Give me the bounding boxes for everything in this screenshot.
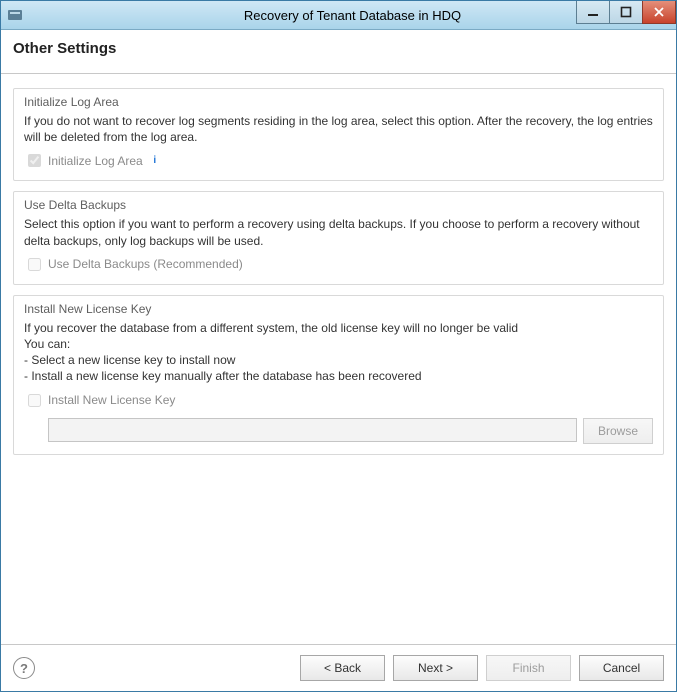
group-install-license-key: Install New License Key If you recover t… <box>13 295 664 455</box>
minimize-icon <box>587 6 599 18</box>
finish-button[interactable]: Finish <box>486 655 571 681</box>
license-path-input[interactable] <box>48 418 577 442</box>
wizard-footer: ? < Back Next > Finish Cancel <box>1 644 676 691</box>
page-title: Other Settings <box>13 40 664 57</box>
use-delta-backups-checkbox[interactable] <box>28 258 41 271</box>
window-buttons <box>577 1 676 24</box>
cancel-button[interactable]: Cancel <box>579 655 664 681</box>
group-description: If you do not want to recover log segmen… <box>24 113 653 145</box>
help-icon[interactable]: ? <box>13 657 35 679</box>
group-description: Select this option if you want to perfor… <box>24 216 653 248</box>
maximize-icon <box>620 6 632 18</box>
titlebar: Recovery of Tenant Database in HDQ <box>1 1 676 30</box>
checkbox-label: Initialize Log Area <box>48 154 143 168</box>
license-text-line: If you recover the database from a diffe… <box>24 320 653 336</box>
checkbox-label: Use Delta Backups (Recommended) <box>48 257 243 271</box>
content-area: Initialize Log Area If you do not want t… <box>1 74 676 644</box>
license-text-line: You can: <box>24 336 653 352</box>
group-title: Use Delta Backups <box>24 198 653 212</box>
close-button[interactable] <box>642 1 676 24</box>
group-title: Initialize Log Area <box>24 95 653 109</box>
wizard-window: Recovery of Tenant Database in HDQ Other… <box>0 0 677 692</box>
checkbox-row: Install New License Key <box>24 391 653 410</box>
group-description: If you recover the database from a diffe… <box>24 320 653 385</box>
license-path-row: Browse <box>48 418 653 444</box>
next-button[interactable]: Next > <box>393 655 478 681</box>
back-button[interactable]: < Back <box>300 655 385 681</box>
checkbox-row: Use Delta Backups (Recommended) <box>24 255 653 274</box>
checkbox-label: Install New License Key <box>48 393 175 407</box>
group-use-delta-backups: Use Delta Backups Select this option if … <box>13 191 664 284</box>
license-text-line: - Install a new license key manually aft… <box>24 368 653 384</box>
checkbox-row: Initialize Log Area i <box>24 151 653 170</box>
group-title: Install New License Key <box>24 302 653 316</box>
initialize-log-area-checkbox[interactable] <box>28 154 41 167</box>
page-header: Other Settings <box>1 30 676 74</box>
app-icon <box>7 7 23 23</box>
install-license-key-checkbox[interactable] <box>28 394 41 407</box>
minimize-button[interactable] <box>576 1 610 24</box>
group-initialize-log-area: Initialize Log Area If you do not want t… <box>13 88 664 181</box>
close-icon <box>653 6 665 18</box>
info-icon[interactable]: i <box>149 155 161 167</box>
browse-button[interactable]: Browse <box>583 418 653 444</box>
license-text-line: - Select a new license key to install no… <box>24 352 653 368</box>
maximize-button[interactable] <box>609 1 643 24</box>
